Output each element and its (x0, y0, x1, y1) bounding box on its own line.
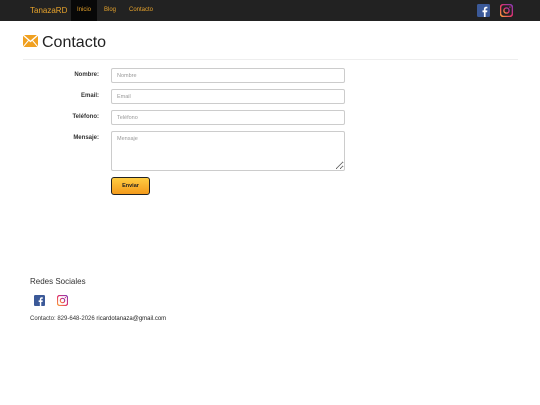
contact-email[interactable]: ricardotanaza@gmail.com (96, 316, 166, 322)
envelope-icon (23, 35, 38, 47)
submit-button[interactable]: Enviar (111, 177, 150, 195)
facebook-icon[interactable] (477, 4, 490, 17)
instagram-icon[interactable] (57, 295, 68, 306)
navbar: TanazaRD Inicio Blog Contacto (0, 0, 540, 21)
message-label: Mensaje: (73, 135, 99, 141)
contact-phone: Contacto: 829-648-2026 (30, 316, 95, 322)
phone-input[interactable] (111, 110, 345, 125)
phone-label: Teléfono: (72, 114, 99, 120)
name-input[interactable] (111, 68, 345, 83)
contact-info: Contacto: 829-648-2026 ricardotanaza@gma… (30, 316, 166, 322)
instagram-icon[interactable] (500, 4, 513, 17)
name-label: Nombre: (74, 72, 99, 78)
nav-item-blog[interactable]: Blog (98, 0, 122, 21)
email-label: Email: (80, 93, 99, 99)
nav-item-inicio[interactable]: Inicio (71, 0, 98, 21)
message-textarea[interactable] (111, 131, 345, 171)
facebook-icon[interactable] (34, 295, 45, 306)
brand-link[interactable]: TanazaRD (30, 0, 67, 21)
page-title: Contacto (42, 34, 107, 51)
nav-item-contacto[interactable]: Contacto (123, 0, 159, 21)
social-title: Redes Sociales (30, 277, 86, 286)
email-input[interactable] (111, 89, 345, 104)
page-header: Contacto (23, 33, 518, 60)
